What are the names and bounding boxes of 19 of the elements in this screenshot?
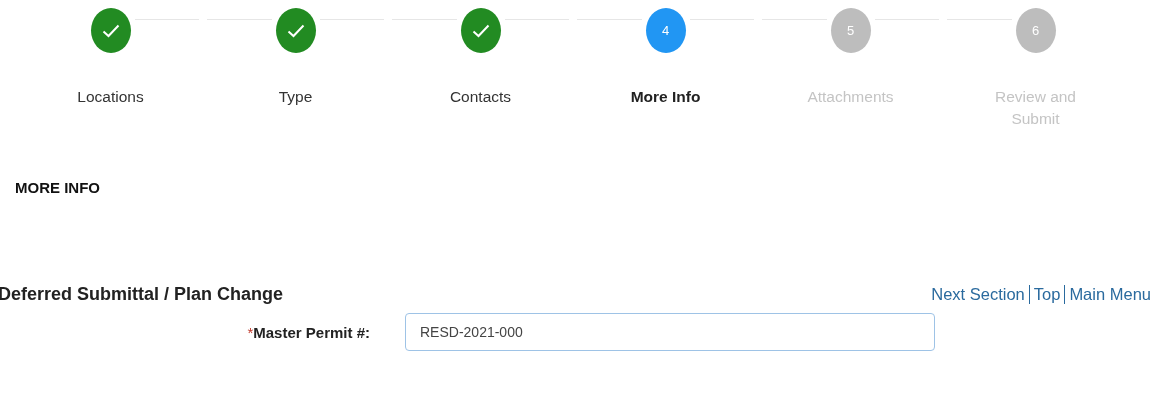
field-label: *Master Permit #: (246, 323, 370, 341)
section-title: Deferred Submittal / Plan Change (0, 284, 284, 305)
nav-link[interactable]: Next Section (927, 285, 1029, 304)
page-heading: MORE INFO (15, 179, 101, 196)
nav-link[interactable]: Top (1028, 285, 1065, 304)
step-complete-icon (275, 8, 316, 53)
step-label: More Info (629, 87, 702, 107)
step-number: 5 (830, 8, 871, 53)
step-number: 6 (1015, 8, 1056, 53)
step-label: Attachments (806, 87, 895, 107)
nav-link[interactable]: Main Menu (1064, 285, 1155, 304)
input-field[interactable]: RESD-2021-000 (405, 313, 935, 351)
step-label: Contacts (448, 87, 513, 107)
step-label: Type (277, 87, 314, 107)
step-label: Locations (76, 87, 145, 107)
step-complete-icon (90, 8, 131, 53)
step-label: Review and Submit (994, 87, 1077, 129)
step-number: 4 (645, 8, 686, 53)
step-complete-icon (460, 8, 501, 53)
